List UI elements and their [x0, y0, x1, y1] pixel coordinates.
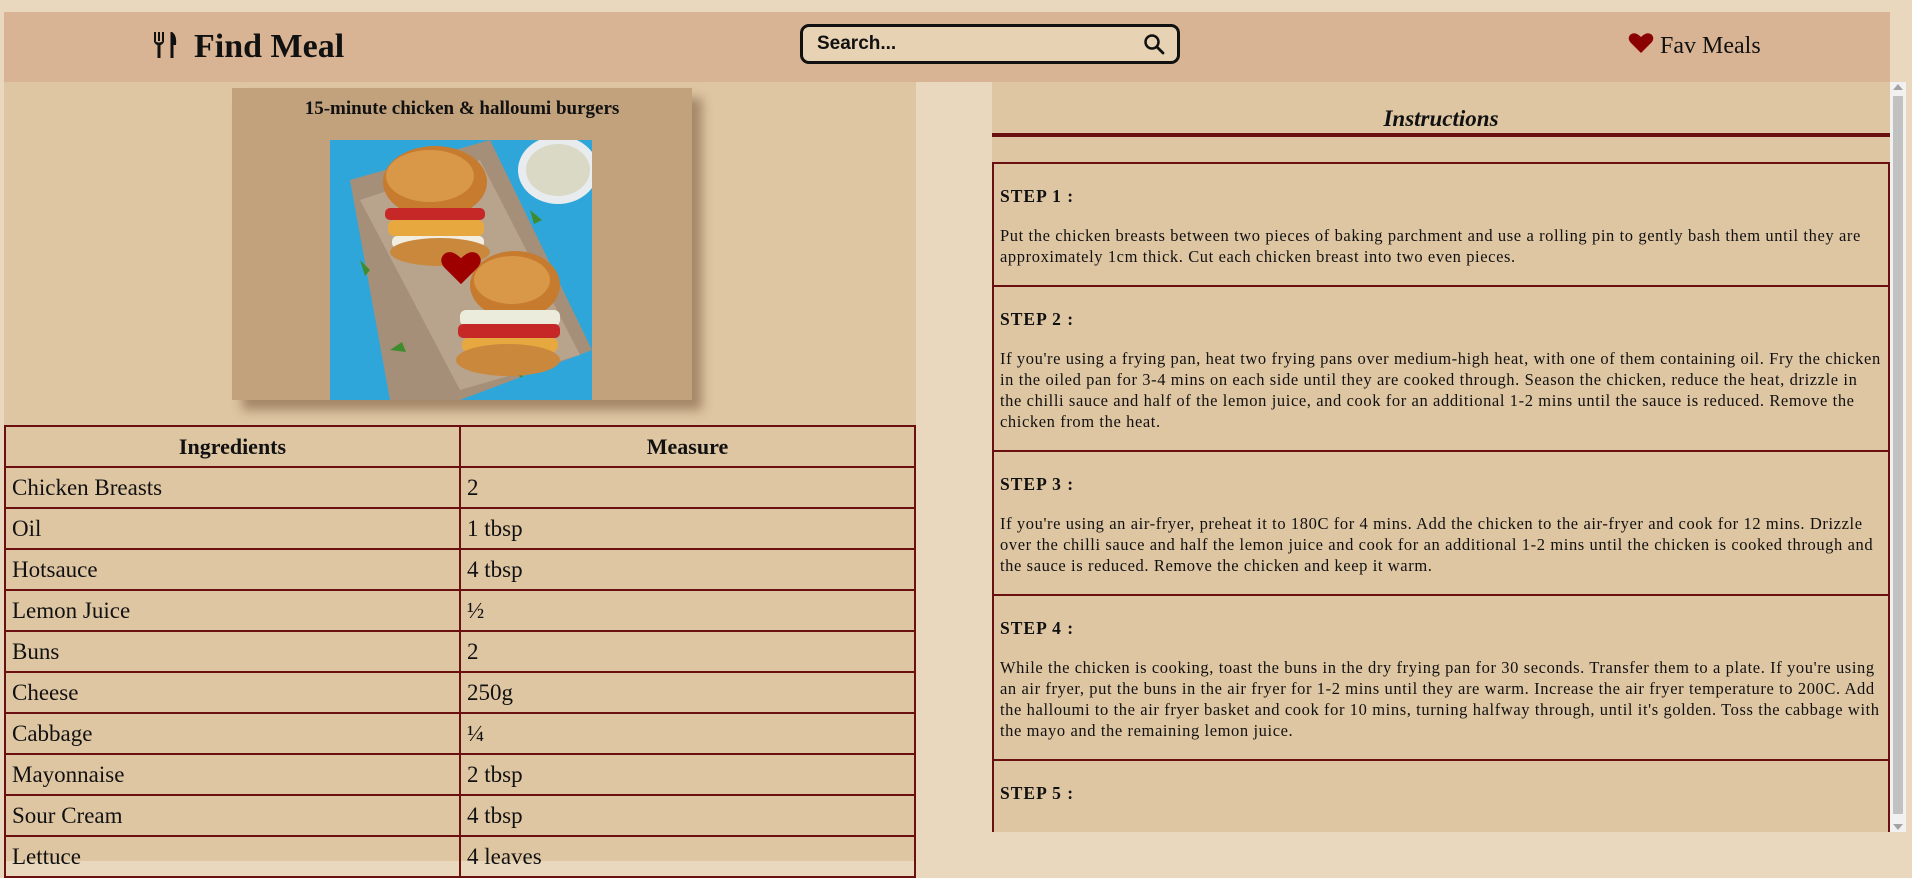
- table-row: Lettuce 4 leaves: [4, 835, 916, 878]
- instructions-divider: [992, 133, 1890, 137]
- ingredient-measure: 4 tbsp: [459, 548, 916, 591]
- ingredient-measure: 4 leaves: [459, 835, 916, 878]
- ingredient-name: Oil: [4, 507, 461, 550]
- ingredient-measure: ½: [459, 589, 916, 632]
- ingredient-name: Buns: [4, 630, 461, 673]
- ingredient-measure: 4 tbsp: [459, 794, 916, 837]
- table-row: Oil 1 tbsp: [4, 507, 916, 550]
- meal-details-panel: 15-minute chicken & halloumi burgers Ing…: [4, 82, 916, 878]
- brand[interactable]: Find Meal: [152, 26, 344, 68]
- ingredient-name: Hotsauce: [4, 548, 461, 591]
- step-item: STEP 3 : If you're using an air-fryer, p…: [992, 452, 1890, 596]
- scroll-up-icon[interactable]: [1893, 84, 1903, 90]
- step-item: STEP 5 :: [992, 761, 1890, 832]
- measure-header: Measure: [459, 425, 916, 468]
- ingredient-measure: 250g: [459, 671, 916, 714]
- table-row: Cabbage ¼: [4, 712, 916, 755]
- table-row: Lemon Juice ½: [4, 589, 916, 632]
- step-item: STEP 1 : Put the chicken breasts between…: [992, 162, 1890, 287]
- instructions-scrollbar[interactable]: [1890, 82, 1906, 832]
- ingredient-name: Cheese: [4, 671, 461, 714]
- ingredient-measure: 2: [459, 630, 916, 673]
- step-label: STEP 2 :: [1000, 309, 1075, 329]
- scroll-thumb[interactable]: [1893, 96, 1903, 814]
- step-text: If you're using a frying pan, heat two f…: [1000, 349, 1881, 431]
- favorite-heart-icon[interactable]: [440, 250, 482, 291]
- meal-title: 15-minute chicken & halloumi burgers: [304, 98, 620, 119]
- navbar: Find Meal Fav Meals: [4, 12, 1890, 82]
- top-strip: [0, 0, 1912, 12]
- magnifier-icon[interactable]: [1143, 33, 1165, 55]
- fork-knife-icon: [152, 31, 178, 64]
- fav-meals-link[interactable]: Fav Meals: [1628, 32, 1761, 61]
- app-title: Find Meal: [194, 28, 345, 65]
- ingredient-name: Lemon Juice: [4, 589, 461, 632]
- ingredient-measure: 2: [459, 466, 916, 509]
- step-label: STEP 1 :: [1000, 186, 1075, 206]
- table-row: Cheese 250g: [4, 671, 916, 714]
- step-label: STEP 4 :: [1000, 618, 1075, 638]
- table-row: Mayonnaise 2 tbsp: [4, 753, 916, 796]
- ingredients-header: Ingredients: [4, 425, 461, 468]
- ingredient-measure: 2 tbsp: [459, 753, 916, 796]
- instructions-title: Instructions: [1383, 106, 1499, 131]
- search-input[interactable]: [815, 32, 1143, 56]
- ingredient-name: Lettuce: [4, 835, 461, 878]
- step-text: If you're using an air-fryer, preheat it…: [1000, 514, 1874, 575]
- column-gap: [916, 82, 992, 861]
- scroll-down-icon[interactable]: [1893, 824, 1903, 830]
- ingredient-measure: ¼: [459, 712, 916, 755]
- ingredient-measure: 1 tbsp: [459, 507, 916, 550]
- step-text: While the chicken is cooking, toast the …: [1000, 658, 1880, 740]
- ingredient-name: Sour Cream: [4, 794, 461, 837]
- table-row: Buns 2: [4, 630, 916, 673]
- table-row: Sour Cream 4 tbsp: [4, 794, 916, 837]
- table-row: Chicken Breasts 2: [4, 466, 916, 509]
- ingredient-name: Mayonnaise: [4, 753, 461, 796]
- fav-meals-label: Fav Meals: [1660, 33, 1761, 59]
- step-label: STEP 3 :: [1000, 474, 1075, 494]
- step-text: Put the chicken breasts between two piec…: [1000, 226, 1861, 266]
- step-label: STEP 5 :: [1000, 783, 1075, 803]
- ingredient-name: Cabbage: [4, 712, 461, 755]
- step-item: STEP 2 : If you're using a frying pan, h…: [992, 287, 1890, 452]
- meal-card: 15-minute chicken & halloumi burgers: [232, 88, 692, 400]
- steps-list: STEP 1 : Put the chicken breasts between…: [992, 162, 1890, 832]
- heart-icon: [1628, 32, 1654, 61]
- instructions-panel[interactable]: Instructions STEP 1 : Put the chicken br…: [992, 82, 1890, 832]
- ingredients-table: Ingredients Measure Chicken Breasts 2 Oil…: [4, 425, 916, 878]
- table-header-row: Ingredients Measure: [4, 425, 916, 468]
- ingredient-name: Chicken Breasts: [4, 466, 461, 509]
- step-item: STEP 4 : While the chicken is cooking, t…: [992, 596, 1890, 761]
- search-bar: [800, 24, 1180, 64]
- table-row: Hotsauce 4 tbsp: [4, 548, 916, 591]
